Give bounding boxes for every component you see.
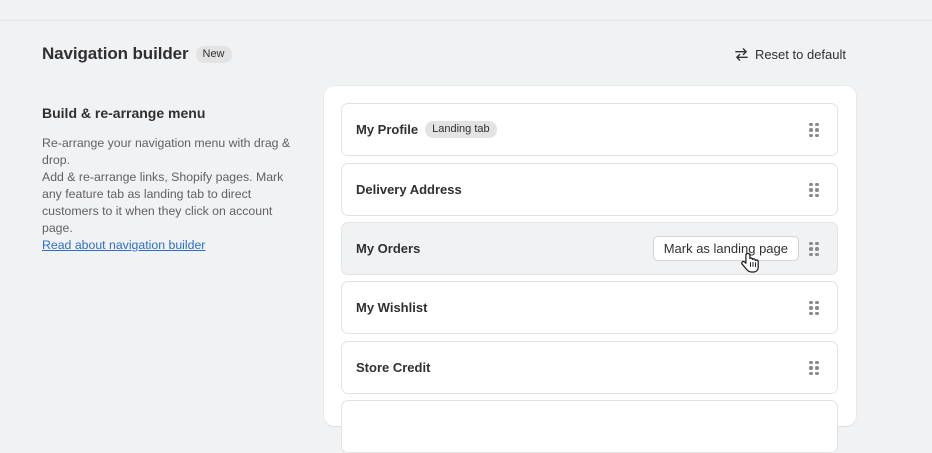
new-badge: New — [195, 45, 232, 63]
menu-item-label: My Profile — [356, 122, 419, 137]
page-title: Navigation builder — [42, 44, 189, 63]
menu-item-label: My Wishlist — [356, 300, 428, 315]
title-group: Navigation builder New — [42, 44, 232, 64]
read-about-link[interactable]: Read about navigation builder — [42, 237, 292, 254]
menu-item-store-credit[interactable]: Store Credit — [341, 341, 838, 394]
navigation-menu-card: My Profile Landing tab Delivery Address … — [324, 86, 856, 453]
menu-item-my-wishlist[interactable]: My Wishlist — [341, 281, 838, 334]
landing-tab-badge: Landing tab — [425, 121, 497, 138]
drag-handle-icon[interactable] — [809, 360, 819, 375]
info-section: Build & re-arrange menu Re-arrange your … — [42, 105, 292, 254]
drag-handle-icon[interactable] — [809, 300, 819, 315]
drag-handle-icon[interactable] — [809, 241, 819, 256]
section-title: Build & re-arrange menu — [42, 105, 206, 121]
description-landing-tab: Add & re-arrange links, Shopify pages. M… — [42, 170, 284, 235]
menu-item-partial[interactable] — [341, 400, 838, 453]
description-drag-drop: Re-arrange your navigation menu with dra… — [42, 136, 291, 167]
drag-handle-icon[interactable] — [809, 182, 819, 197]
reset-label: Reset to default — [754, 46, 846, 62]
menu-item-label: Store Credit — [356, 360, 431, 375]
mark-as-landing-page-button[interactable]: Mark as landing page — [652, 236, 799, 261]
menu-item-my-orders[interactable]: My Orders Mark as landing page — [341, 222, 838, 275]
page-header: Navigation builder New Reset to default — [42, 43, 846, 65]
menu-item-my-profile[interactable]: My Profile Landing tab — [341, 103, 838, 156]
swap-arrows-icon — [735, 47, 748, 61]
menu-item-label: Delivery Address — [356, 182, 462, 197]
reset-to-default-button[interactable]: Reset to default — [734, 47, 846, 62]
menu-item-delivery-address[interactable]: Delivery Address — [341, 163, 838, 216]
top-bar — [0, 0, 932, 21]
drag-handle-icon[interactable] — [809, 122, 819, 137]
menu-item-label: My Orders — [356, 241, 421, 256]
